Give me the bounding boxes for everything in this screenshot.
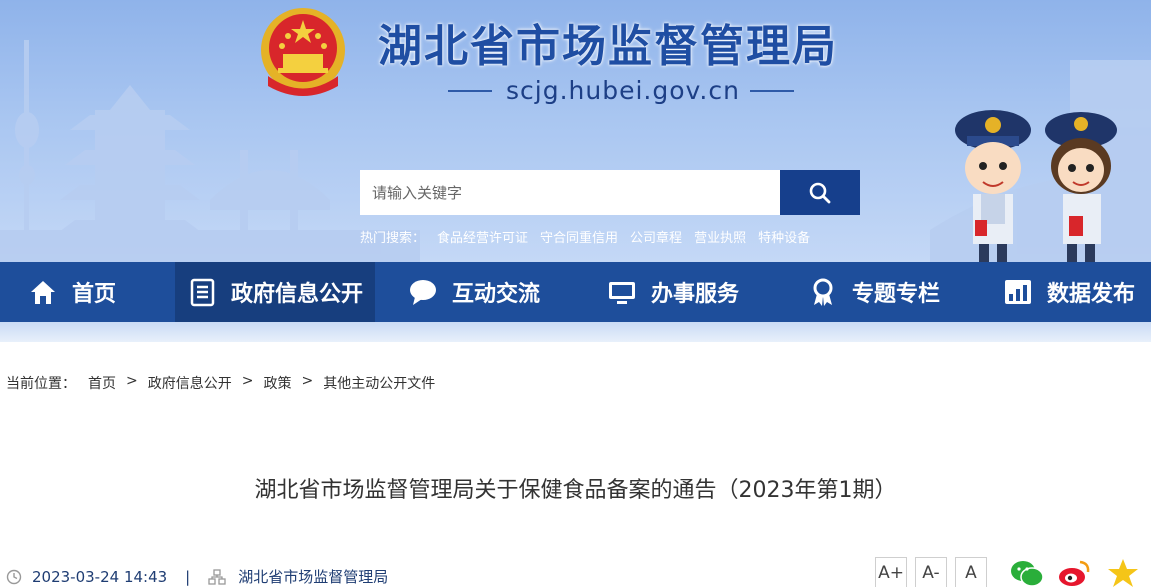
- breadcrumb-separator: >: [126, 373, 138, 389]
- article-meta: 2023-03-24 14:43 | 湖北省市场监督管理局: [6, 566, 388, 587]
- article-title: 湖北省市场监督管理局关于保健食品备案的通告（2023年第1期）: [254, 478, 897, 503]
- article-source: 湖北省市场监督管理局: [238, 568, 389, 586]
- breadcrumb-prefix: 当前位置：: [6, 376, 76, 392]
- site-domain-row: scjg.hubei.gov.cn: [448, 76, 794, 106]
- domain-divider-right: [750, 90, 794, 92]
- nav-item-gov-info[interactable]: 政府信息公开: [175, 262, 375, 322]
- font-decrease-button[interactable]: A-: [915, 557, 947, 587]
- breadcrumb: 当前位置： 首页 > 政府信息公开 > 政策 > 其他主动公开文件: [6, 373, 435, 393]
- publish-datetime: 2023-03-24 14:43: [32, 567, 168, 586]
- nav-shadow-band: [0, 322, 1151, 342]
- national-emblem-icon: [261, 8, 345, 96]
- hot-search-item[interactable]: 守合同重信用: [540, 227, 618, 246]
- search-icon: [809, 182, 831, 203]
- nav-label: 政府信息公开: [231, 282, 364, 307]
- breadcrumb-item[interactable]: 首页: [88, 373, 116, 393]
- nav-item-data-release[interactable]: 数据发布: [968, 262, 1151, 322]
- monitor-icon: [607, 277, 637, 307]
- breadcrumb-separator: >: [241, 373, 254, 389]
- mascot-officers-illustration: [955, 110, 1117, 262]
- home-icon: [28, 277, 58, 307]
- favorite-star-icon[interactable]: [1106, 558, 1140, 587]
- nav-label: 办事服务: [651, 282, 740, 307]
- page: 湖北省市场监督管理局 scjg.hubei.gov.cn 热门搜索： 食品经营许…: [0, 0, 1151, 587]
- font-increase-button[interactable]: A+: [875, 557, 907, 587]
- hot-search-label: 热门搜索：: [360, 231, 426, 246]
- award-ribbon-icon: [808, 277, 838, 307]
- breadcrumb-separator: >: [301, 373, 314, 389]
- breadcrumb-item[interactable]: 政策: [263, 373, 291, 393]
- search-input[interactable]: [360, 170, 780, 215]
- site-domain: scjg.hubei.gov.cn: [506, 76, 740, 105]
- nav-item-home[interactable]: 首页: [0, 262, 175, 322]
- hot-search-row: 热门搜索： 食品经营许可证 守合同重信用 公司章程 营业执照 特种设备: [360, 227, 822, 246]
- domain-divider-left: [448, 90, 492, 92]
- clock-icon: [6, 569, 22, 584]
- font-reset-button[interactable]: A: [955, 557, 987, 587]
- weibo-icon[interactable]: [1057, 558, 1091, 587]
- nav-item-interaction[interactable]: 互动交流: [375, 262, 573, 322]
- hot-search-item[interactable]: 特种设备: [758, 227, 810, 246]
- nav-label: 专题专栏: [852, 282, 941, 307]
- nav-label: 首页: [72, 282, 117, 307]
- wechat-icon[interactable]: [1010, 558, 1044, 587]
- document-list-icon: [187, 277, 217, 307]
- nav-item-special-topics[interactable]: 专题专栏: [773, 262, 968, 322]
- breadcrumb-item[interactable]: 其他主动公开文件: [323, 373, 435, 393]
- bar-chart-icon: [1003, 277, 1033, 307]
- search-button[interactable]: [780, 170, 860, 215]
- chat-bubble-icon: [408, 277, 438, 307]
- site-title: 湖北省市场监督管理局: [378, 21, 838, 72]
- main-nav: 首页 政府信息公开 互动交流 办事服务 专题专栏 数据发布: [0, 262, 1151, 322]
- breadcrumb-item[interactable]: 政府信息公开: [148, 373, 232, 393]
- nav-item-services[interactable]: 办事服务: [573, 262, 773, 322]
- hot-search-item[interactable]: 营业执照: [694, 227, 746, 246]
- hot-search-item[interactable]: 食品经营许可证: [437, 227, 528, 246]
- nav-label: 互动交流: [452, 282, 541, 307]
- meta-divider: |: [185, 567, 191, 586]
- header-banner: 湖北省市场监督管理局 scjg.hubei.gov.cn 热门搜索： 食品经营许…: [0, 0, 1151, 262]
- nav-label: 数据发布: [1047, 282, 1136, 307]
- organization-icon: [208, 568, 226, 585]
- hot-search-item[interactable]: 公司章程: [630, 227, 682, 246]
